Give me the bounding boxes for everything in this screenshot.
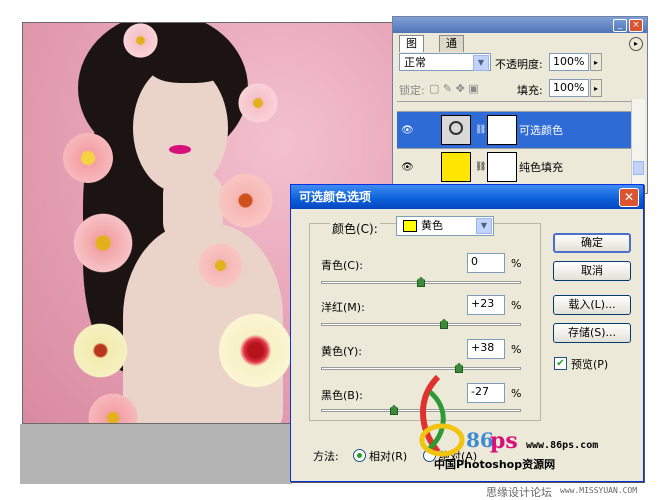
fill-field[interactable]: 100%: [549, 79, 589, 97]
scroll-thumb[interactable]: [633, 161, 644, 175]
slider-label: 黄色(Y):: [321, 345, 363, 358]
layer-name: 可选颜色: [519, 124, 563, 137]
cancel-button[interactable]: 取消: [553, 261, 631, 281]
slider-track[interactable]: [321, 367, 521, 370]
blend-mode-select[interactable]: 正常 ▼: [399, 53, 491, 71]
ok-button[interactable]: 确定: [553, 233, 631, 253]
footer-text: 思缘设计论坛: [486, 486, 552, 499]
slider-value-field[interactable]: +38: [467, 339, 505, 359]
fill-thumbnail: [441, 152, 471, 182]
save-button[interactable]: 存储(S)...: [553, 323, 631, 343]
bangs-shape: [148, 43, 228, 83]
close-icon[interactable]: ×: [629, 19, 643, 32]
close-icon[interactable]: ✕: [619, 188, 639, 207]
slider-value-field[interactable]: -27: [467, 383, 505, 403]
mask-thumbnail[interactable]: [487, 115, 517, 145]
color-select[interactable]: 黄色 ▼: [396, 216, 494, 236]
opacity-arrow-icon[interactable]: ▸: [590, 53, 602, 71]
slider-value-field[interactable]: 0: [467, 253, 505, 273]
panel-menu-icon[interactable]: ▸: [629, 37, 643, 51]
watermark-logo: [408, 372, 465, 457]
slider-label: 洋红(M):: [321, 301, 365, 314]
dialog-titlebar[interactable]: 可选颜色选项 ✕: [291, 185, 643, 209]
tab-layers[interactable]: 图层: [399, 35, 424, 66]
fill-label: 填充:: [517, 84, 543, 97]
lock-label: 锁定:: [399, 84, 425, 97]
flower-shape: [73, 213, 133, 273]
chevron-down-icon: ▼: [473, 55, 489, 71]
slider-value-field[interactable]: +23: [467, 295, 505, 315]
eye-icon[interactable]: 👁: [401, 125, 414, 136]
chevron-down-icon: ▼: [476, 218, 492, 234]
lips-shape: [169, 145, 191, 154]
unit-label: %: [511, 387, 522, 400]
unit-label: %: [511, 299, 522, 312]
tab-channels[interactable]: 通道: [439, 35, 464, 66]
layers-panel: _ × 图层 通道 ▸ 正常 ▼ 不透明度: 100% ▸ 锁定: ▢ ✎ ✥ …: [392, 16, 648, 194]
color-label: 颜色(C):: [330, 220, 380, 237]
preview-checkbox[interactable]: ✔: [554, 357, 567, 370]
flower-shape: [218, 173, 273, 228]
logo-swoosh-icon: [419, 374, 465, 457]
layer-row-selective-color[interactable]: 👁 ⛓ 可选颜色: [397, 111, 631, 148]
blend-row: 正常 ▼ 不透明度: 100% ▸: [397, 53, 643, 73]
adjustment-icon: [441, 115, 471, 145]
watermark-ps: ps: [490, 428, 518, 454]
method-label: 方法:: [313, 450, 339, 463]
watermark-url: www.86ps.com: [526, 440, 599, 451]
flower-shape: [63, 133, 113, 183]
flower-shape: [198, 243, 243, 288]
pasteboard: [20, 424, 292, 484]
unit-label: %: [511, 343, 522, 356]
layer-name: 纯色填充: [519, 161, 563, 174]
eye-icon[interactable]: 👁: [401, 162, 414, 173]
opacity-label: 不透明度:: [495, 58, 543, 71]
slider-label: 青色(C):: [321, 259, 363, 272]
yellow-swatch: [403, 220, 417, 232]
layers-scrollbar[interactable]: [631, 99, 645, 191]
dialog-title: 可选颜色选项: [299, 190, 372, 204]
flower-shape: [218, 313, 293, 388]
footer-url: www.MISSYUAN.COM: [560, 486, 638, 495]
relative-radio[interactable]: [353, 449, 366, 462]
mask-thumbnail[interactable]: [487, 152, 517, 182]
panel-titlebar: _ ×: [393, 17, 647, 33]
layer-row-solid-fill[interactable]: 👁 ⛓ 纯色填充: [397, 148, 631, 185]
opacity-field[interactable]: 100%: [549, 53, 589, 71]
load-button[interactable]: 载入(L)...: [553, 295, 631, 315]
unit-label: %: [511, 257, 522, 270]
flower-shape: [238, 83, 278, 123]
watermark-site-name: 中国Photoshop资源网: [434, 458, 556, 471]
lock-icons[interactable]: ▢ ✎ ✥ ▣: [429, 82, 479, 95]
slider-track[interactable]: [321, 323, 521, 326]
link-icon[interactable]: ⛓: [475, 162, 486, 172]
relative-label: 相对(R): [369, 450, 408, 463]
preview-label: 预览(P): [571, 358, 609, 371]
slider-label: 黑色(B):: [321, 389, 363, 402]
color-select-value: 黄色: [421, 219, 443, 232]
flower-shape: [73, 323, 128, 378]
link-icon[interactable]: ⛓: [475, 125, 486, 135]
fill-arrow-icon[interactable]: ▸: [590, 79, 602, 97]
blend-mode-value: 正常: [404, 56, 426, 69]
lock-row: 锁定: ▢ ✎ ✥ ▣ 填充: 100% ▸: [397, 79, 643, 99]
flower-shape: [123, 23, 158, 58]
minimize-icon[interactable]: _: [613, 19, 627, 32]
